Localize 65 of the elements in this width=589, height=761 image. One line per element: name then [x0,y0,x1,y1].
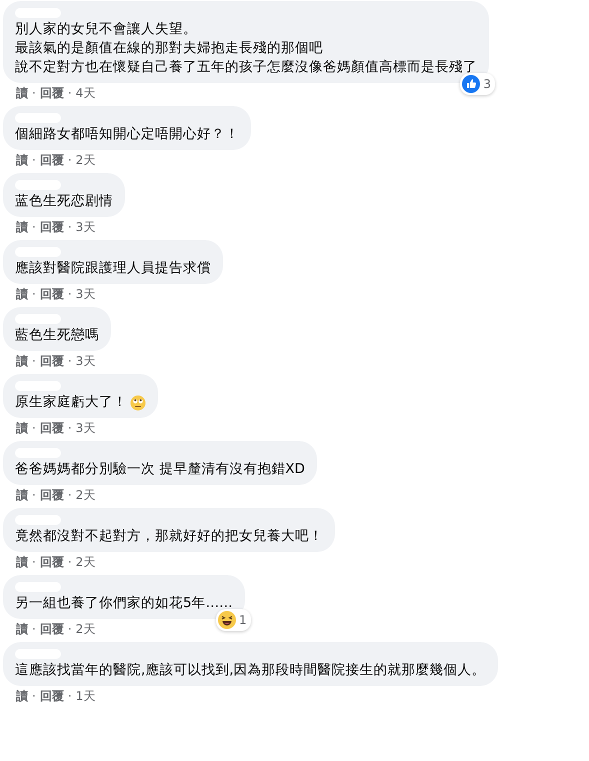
separator-dot: · [68,621,72,637]
separator-dot: · [32,621,36,637]
separator-dot: · [68,152,72,168]
separator-dot: · [68,554,72,570]
comment-text: 竟然都沒對不起對方，那就好好的把女兒養大吧！ [15,527,323,546]
comment-action-link[interactable]: 讀 [16,554,28,570]
separator-dot: · [68,286,72,302]
comment-text: 爸爸媽媽都分別驗一次 提早釐清有沒有抱錯XD [15,460,305,479]
comment-time: 2天 [76,621,96,637]
comment-text: 這應該找當年的醫院,應該可以找到,因為那段時間醫院接生的就那麼幾個人。 [15,661,486,680]
comment-action-link[interactable]: 回覆 [40,286,64,302]
comment-action-link[interactable]: 回覆 [40,621,64,637]
comment-action-link[interactable]: 回覆 [40,85,64,101]
comment-time: 2天 [76,487,96,503]
comment-action-link[interactable]: 回覆 [40,353,64,369]
comment-action-link[interactable]: 回覆 [40,152,64,168]
separator-dot: · [68,85,72,101]
comment-text: 蓝色生死恋剧情 [15,192,113,211]
comment-time: 2天 [76,554,96,570]
comment-action-link[interactable]: 讀 [16,85,28,101]
comment-text: 個細路女都唔知開心定唔開心好？！ [15,125,239,144]
comment-text: 別人家的女兒不會讓人失望。 [15,20,197,39]
separator-dot: · [68,487,72,503]
comment-time: 4天 [76,85,96,101]
comment-time: 2天 [76,152,96,168]
reaction-count[interactable]: 3 [460,73,495,95]
comment-action-link[interactable]: 回覆 [40,487,64,503]
separator-dot: · [32,219,36,235]
separator-dot: · [68,420,72,436]
comment-time: 3天 [76,286,96,302]
comment-text: 最該氣的是顏值在線的那對夫婦抱走長殘的那個吧 [15,39,323,58]
separator-dot: · [32,353,36,369]
separator-dot: · [68,219,72,235]
comment-time: 3天 [76,420,96,436]
separator-dot: · [32,554,36,570]
separator-dot: · [68,688,72,704]
comment-action-link[interactable]: 讀 [16,621,28,637]
comment-action-link[interactable]: 讀 [16,353,28,369]
comment-action-link[interactable]: 回覆 [40,219,64,235]
reaction-count[interactable]: 1 [216,609,251,631]
comment-action-link[interactable]: 讀 [16,219,28,235]
laughing-emoji-icon [218,611,236,629]
comment-action-link[interactable]: 回覆 [40,688,64,704]
comment-text: 藍色生死戀嗎 [15,326,99,345]
separator-dot: · [32,688,36,704]
separator-dot: · [32,85,36,101]
comment-action-link[interactable]: 回覆 [40,554,64,570]
comment-time: 1天 [76,688,96,704]
eye-roll-emoji-icon [130,394,146,410]
comment-action-link[interactable]: 讀 [16,688,28,704]
comment-action-link[interactable]: 讀 [16,152,28,168]
separator-dot: · [32,286,36,302]
comment-text: 原生家庭虧大了！ [15,393,127,412]
separator-dot: · [32,152,36,168]
comment-time: 3天 [76,219,96,235]
comment-action-link[interactable]: 讀 [16,487,28,503]
comment-action-link[interactable]: 回覆 [40,420,64,436]
comment-action-link[interactable]: 讀 [16,420,28,436]
comment-text: 應該對醫院跟護理人員提告求償 [15,259,211,278]
comment-time: 3天 [76,353,96,369]
separator-dot: · [32,487,36,503]
separator-dot: · [68,353,72,369]
comment-action-link[interactable]: 讀 [16,286,28,302]
thumbs-up-icon [462,75,480,93]
separator-dot: · [32,420,36,436]
